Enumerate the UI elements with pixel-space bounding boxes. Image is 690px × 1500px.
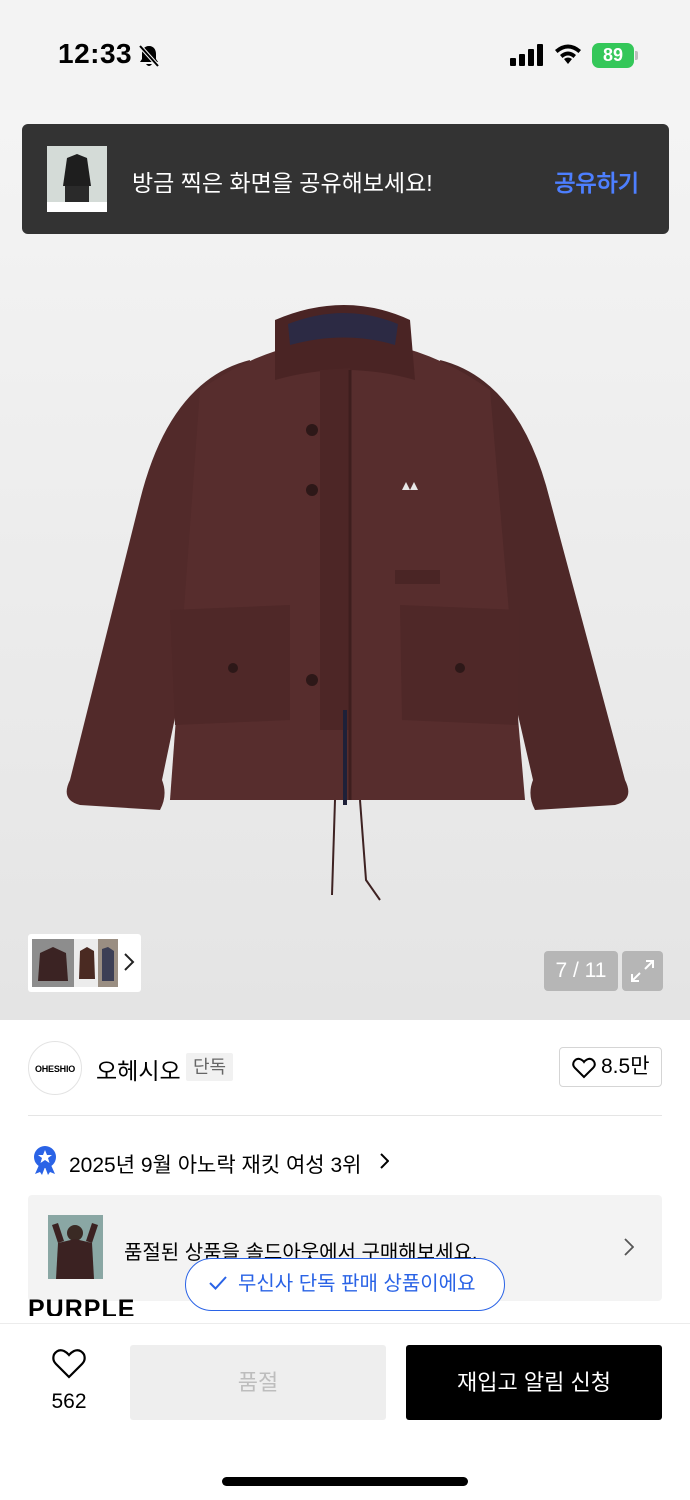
battery-charging-icon: 89 xyxy=(592,43,638,68)
wishlist-button[interactable]: 562 xyxy=(38,1348,100,1418)
battery-tip xyxy=(635,51,638,60)
product-image xyxy=(66,305,629,901)
home-indicator xyxy=(222,1477,468,1486)
product-image-gallery[interactable] xyxy=(0,110,690,1020)
brand-like-count: 8.5만 xyxy=(601,1055,650,1078)
status-bar: 12:33 89 xyxy=(0,0,690,110)
image-thumbnails[interactable] xyxy=(28,934,141,992)
exclusive-badge: 단독 xyxy=(186,1053,234,1081)
share-toast: 방금 찍은 화면을 공유해보세요! 공유하기 xyxy=(22,124,669,234)
thumbnail-images xyxy=(32,939,118,987)
screenshot-thumbnail[interactable] xyxy=(47,146,107,212)
soldout-thumbnail xyxy=(48,1215,103,1279)
cellular-signal-icon xyxy=(510,44,543,66)
expand-arrows-icon xyxy=(631,960,654,982)
brand-logo[interactable]: OHESHIO xyxy=(28,1041,82,1095)
bell-slash-icon xyxy=(138,44,160,68)
wifi-icon xyxy=(555,44,581,64)
chevron-right-icon xyxy=(124,953,135,971)
chevron-right-icon xyxy=(380,1153,389,1169)
brand-name[interactable]: 오헤시오 xyxy=(96,1052,181,1086)
soldout-button[interactable]: 품절 xyxy=(130,1345,386,1420)
restock-alert-button[interactable]: 재입고 알림 신청 xyxy=(406,1345,662,1420)
variant-label: PURPLE xyxy=(28,1295,136,1316)
share-message: 방금 찍은 화면을 공유해보세요! xyxy=(132,170,433,196)
expand-image-button[interactable] xyxy=(622,951,663,991)
ranking-text[interactable]: 2025년 9월 아노락 재킷 여성 3위 xyxy=(69,1149,361,1179)
divider xyxy=(28,1115,662,1116)
image-counter: 7 / 11 xyxy=(544,951,618,991)
ranking-badge-icon xyxy=(34,1146,56,1175)
chevron-right-icon xyxy=(624,1238,634,1256)
exclusive-toast-text: 무신사 단독 판매 상품이에요 xyxy=(238,1273,476,1295)
exclusive-toast: 무신사 단독 판매 상품이에요 xyxy=(185,1258,505,1311)
check-icon xyxy=(209,1276,227,1290)
wishlist-count: 562 xyxy=(51,1390,87,1413)
battery-level: 89 xyxy=(592,43,634,68)
heart-icon xyxy=(572,1057,596,1079)
status-time: 12:33 xyxy=(58,38,133,69)
share-button[interactable]: 공유하기 xyxy=(554,164,639,198)
brand-like-button[interactable]: 8.5만 xyxy=(559,1047,662,1087)
heart-icon xyxy=(52,1349,86,1379)
